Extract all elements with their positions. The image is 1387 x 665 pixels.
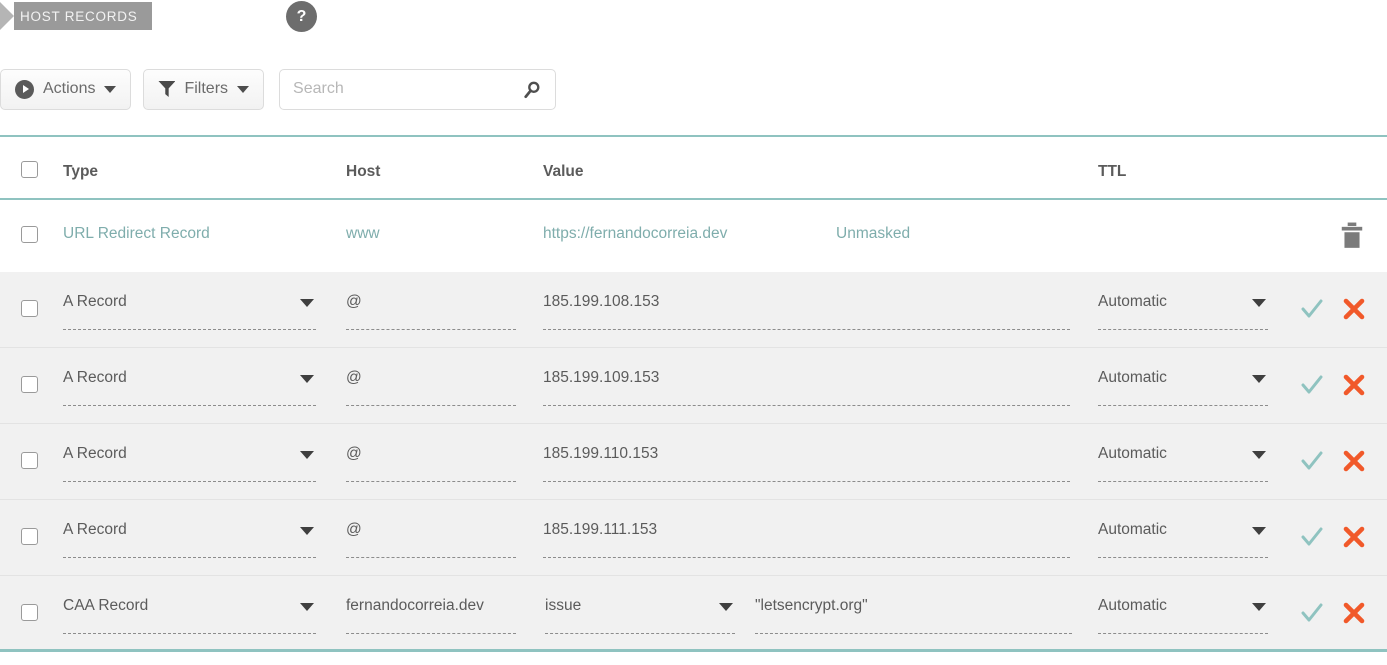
record-value-input[interactable]: 185.199.110.153 bbox=[543, 444, 1070, 482]
record-type-select[interactable]: CAA Record bbox=[63, 596, 316, 634]
table-row: URL Redirect Record www https://fernando… bbox=[0, 200, 1387, 272]
chevron-down-icon bbox=[1252, 603, 1266, 611]
record-type-value: A Record bbox=[63, 293, 127, 310]
trash-icon[interactable] bbox=[1339, 222, 1365, 250]
record-value-input[interactable]: 185.199.109.153 bbox=[543, 368, 1070, 406]
table-row: A Record @ 185.199.108.153 Automatic bbox=[0, 272, 1387, 348]
record-ttl-value: Automatic bbox=[1098, 369, 1167, 386]
chevron-down-icon bbox=[1252, 299, 1266, 307]
record-host-input[interactable]: fernandocorreia.dev bbox=[346, 596, 516, 634]
row-checkbox[interactable] bbox=[21, 528, 38, 545]
table-row: CAA Record fernandocorreia.dev issue "le… bbox=[0, 576, 1387, 652]
record-caa-tag-value: issue bbox=[545, 597, 582, 614]
check-icon[interactable] bbox=[1301, 602, 1323, 624]
record-host-input[interactable]: @ bbox=[346, 520, 516, 558]
record-type-value: A Record bbox=[63, 521, 127, 538]
record-host-link[interactable]: www bbox=[346, 225, 380, 243]
close-icon[interactable] bbox=[1343, 450, 1365, 472]
chevron-down-icon bbox=[719, 603, 733, 611]
check-icon[interactable] bbox=[1301, 450, 1323, 472]
row-checkbox[interactable] bbox=[21, 376, 38, 393]
close-icon[interactable] bbox=[1343, 602, 1365, 624]
breadcrumb-arrow-icon bbox=[0, 2, 14, 30]
column-header-ttl: TTL bbox=[1098, 163, 1127, 180]
search-icon[interactable] bbox=[523, 81, 541, 99]
chevron-down-icon bbox=[1252, 451, 1266, 459]
row-checkbox[interactable] bbox=[21, 300, 38, 317]
table-header-row: Type Host Value TTL bbox=[0, 135, 1387, 200]
record-type-select[interactable]: A Record bbox=[63, 520, 316, 558]
record-mask-label[interactable]: Unmasked bbox=[836, 225, 910, 243]
table-row: A Record @ 185.199.109.153 Automatic bbox=[0, 348, 1387, 424]
record-ttl-value: Automatic bbox=[1098, 445, 1167, 462]
search-box[interactable] bbox=[279, 68, 557, 110]
check-icon[interactable] bbox=[1301, 374, 1323, 396]
actions-button-label: Actions bbox=[43, 80, 96, 97]
chevron-down-icon bbox=[300, 451, 314, 459]
record-type-select[interactable]: A Record bbox=[63, 292, 316, 330]
record-ttl-select[interactable]: Automatic bbox=[1098, 444, 1268, 482]
chevron-down-icon bbox=[300, 527, 314, 535]
record-value-link[interactable]: https://fernandocorreia.dev bbox=[543, 225, 727, 243]
record-value-input[interactable]: "letsencrypt.org" bbox=[755, 596, 1072, 634]
table-row: A Record @ 185.199.110.153 Automatic bbox=[0, 424, 1387, 500]
record-value-input[interactable]: 185.199.108.153 bbox=[543, 292, 1070, 330]
row-checkbox[interactable] bbox=[21, 226, 38, 243]
record-caa-tag-select[interactable]: issue bbox=[545, 596, 735, 634]
search-input[interactable] bbox=[280, 69, 556, 109]
filters-button[interactable]: Filters bbox=[143, 68, 265, 110]
record-value-input[interactable]: 185.199.111.153 bbox=[543, 520, 1070, 558]
record-type-select[interactable]: A Record bbox=[63, 444, 316, 482]
chevron-down-icon bbox=[104, 85, 117, 93]
record-type-select[interactable]: A Record bbox=[63, 368, 316, 406]
host-records-page: HOST RECORDS ? Actions Filters Type Host bbox=[0, 0, 1387, 665]
row-checkbox[interactable] bbox=[21, 452, 38, 469]
record-type-link[interactable]: URL Redirect Record bbox=[63, 225, 210, 243]
select-all-checkbox[interactable] bbox=[21, 161, 38, 178]
row-checkbox[interactable] bbox=[21, 604, 38, 621]
funnel-icon bbox=[158, 81, 176, 97]
chevron-down-icon bbox=[1252, 527, 1266, 535]
record-ttl-select[interactable]: Automatic bbox=[1098, 368, 1268, 406]
record-type-value: CAA Record bbox=[63, 597, 149, 614]
record-type-value: A Record bbox=[63, 369, 127, 386]
record-ttl-value: Automatic bbox=[1098, 293, 1167, 310]
check-icon[interactable] bbox=[1301, 526, 1323, 548]
table-row: A Record @ 185.199.111.153 Automatic bbox=[0, 500, 1387, 576]
record-host-input[interactable]: @ bbox=[346, 368, 516, 406]
chevron-down-icon bbox=[300, 299, 314, 307]
column-header-type: Type bbox=[63, 163, 99, 180]
record-ttl-value: Automatic bbox=[1098, 597, 1167, 614]
chevron-down-icon bbox=[237, 85, 250, 93]
host-records-table: Type Host Value TTL URL Redirect Record … bbox=[0, 135, 1387, 652]
tab-host-records[interactable]: HOST RECORDS bbox=[14, 2, 152, 30]
play-icon bbox=[15, 79, 34, 99]
record-host-input[interactable]: @ bbox=[346, 292, 516, 330]
chevron-down-icon bbox=[300, 603, 314, 611]
record-ttl-select[interactable]: Automatic bbox=[1098, 596, 1268, 634]
chevron-down-icon bbox=[300, 375, 314, 383]
record-ttl-select[interactable]: Automatic bbox=[1098, 292, 1268, 330]
actions-button[interactable]: Actions bbox=[0, 68, 132, 110]
close-icon[interactable] bbox=[1343, 298, 1365, 320]
close-icon[interactable] bbox=[1343, 526, 1365, 548]
check-icon[interactable] bbox=[1301, 298, 1323, 320]
column-header-value: Value bbox=[543, 163, 584, 180]
record-ttl-select[interactable]: Automatic bbox=[1098, 520, 1268, 558]
breadcrumb: HOST RECORDS bbox=[0, 2, 152, 30]
close-icon[interactable] bbox=[1343, 374, 1365, 396]
chevron-down-icon bbox=[1252, 375, 1266, 383]
record-type-value: A Record bbox=[63, 445, 127, 462]
toolbar: Actions Filters bbox=[0, 68, 557, 110]
record-host-input[interactable]: @ bbox=[346, 444, 516, 482]
record-ttl-value: Automatic bbox=[1098, 521, 1167, 538]
column-header-host: Host bbox=[346, 163, 381, 180]
filters-button-label: Filters bbox=[184, 80, 229, 97]
help-button[interactable]: ? bbox=[286, 1, 317, 32]
